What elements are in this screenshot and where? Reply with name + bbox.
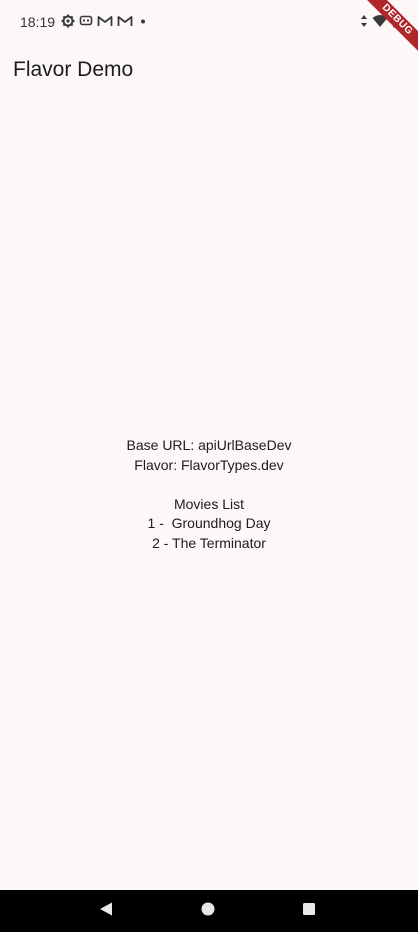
status-notification-icons xyxy=(61,14,149,28)
gmail-icon xyxy=(117,14,133,28)
base-url-text: Base URL: apiUrlBaseDev xyxy=(126,437,292,453)
status-time: 18:19 xyxy=(20,14,56,30)
wifi-icon xyxy=(372,14,388,31)
dot-icon xyxy=(137,14,149,28)
home-icon xyxy=(200,901,216,922)
nav-recents-button[interactable] xyxy=(279,890,339,932)
app-screen: 18:19 DEBUG Flavor Demo Base URL: apiUrl… xyxy=(0,0,418,932)
main-content: Base URL: apiUrlBaseDev Flavor: FlavorTy… xyxy=(0,436,418,553)
system-nav-bar xyxy=(0,890,418,932)
battery-icon xyxy=(392,14,400,31)
page-title: Flavor Demo xyxy=(13,58,134,81)
content-spacer xyxy=(0,475,418,495)
app-bar: Flavor Demo xyxy=(0,42,418,98)
back-icon xyxy=(98,901,114,922)
recents-icon xyxy=(301,901,317,922)
data-arrows-icon xyxy=(360,14,368,31)
nav-back-button[interactable] xyxy=(76,890,136,932)
chat-icon xyxy=(79,14,93,28)
list-item: 1 - Groundhog Day xyxy=(147,515,271,531)
movies-heading: Movies List xyxy=(173,495,245,512)
flavor-text: Flavor: FlavorTypes.dev xyxy=(134,456,284,473)
status-system-icons xyxy=(360,14,400,31)
nav-home-button[interactable] xyxy=(178,890,238,932)
list-item: 2 - The Terminator xyxy=(152,534,266,551)
status-bar: 18:19 xyxy=(0,0,418,42)
settings-icon xyxy=(61,14,75,28)
gmail-icon xyxy=(97,14,113,28)
